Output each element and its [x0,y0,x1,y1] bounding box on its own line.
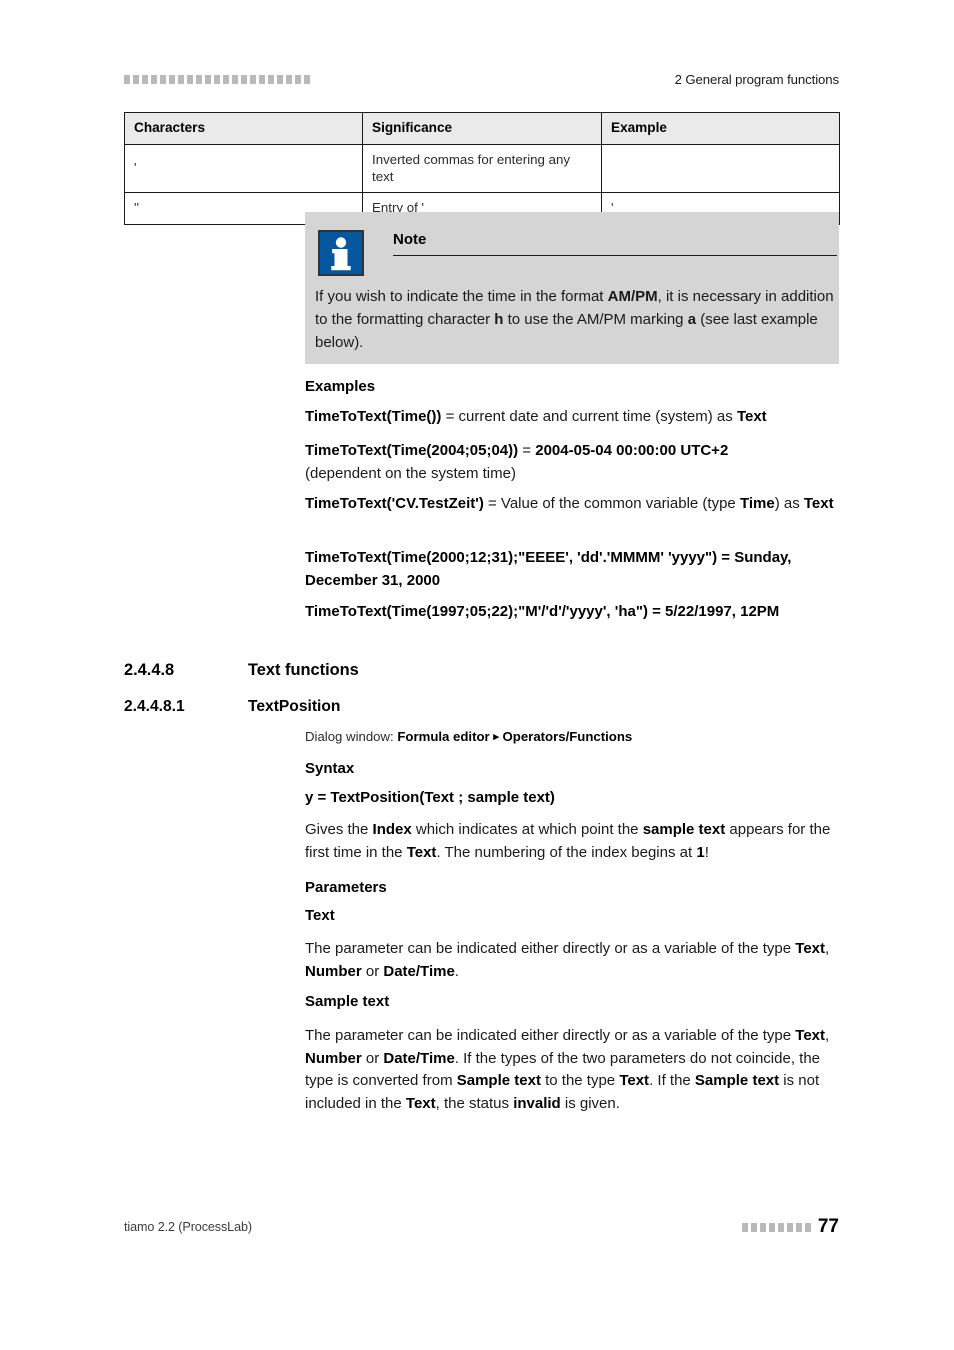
cell-example [601,143,840,194]
column-header-example: Example [601,112,840,145]
section-number: 2.4.4.8 [124,661,175,679]
note-title: Note [393,231,427,248]
example-item-3: TimeToText('CV.TestZeit') = Value of the… [305,495,834,512]
note-body-text: If you wish to indicate the time in the … [315,288,834,351]
document-page: 2 General program functions Characters S… [0,0,954,1350]
parameter-description-text: The parameter can be indicated either di… [305,940,830,980]
column-header-characters: Characters [124,112,363,145]
column-header-significance: Significance [362,112,602,145]
cell-characters: ' [124,143,363,194]
syntax-heading: Syntax [305,760,355,777]
table-row: ' Inverted commas for entering any text [124,143,840,194]
section-heading-text-functions: 2.4.4.8 Text functions [124,661,839,680]
example-item-5: TimeToText(Time(1997;05;22);"M'/'d'/'yyy… [305,603,780,620]
footer-decor-squares [741,1222,811,1232]
section-title: Text functions [248,661,359,679]
section-heading-textposition: 2.4.4.8.1 TextPosition [124,698,839,716]
parameter-name-text: Text [305,907,335,924]
section-title: TextPosition [248,698,341,715]
note-header: Note [393,231,837,256]
example-item-1: TimeToText(Time()) = current date and cu… [305,408,767,425]
parameter-description-sample-text: The parameter can be indicated either di… [305,1027,830,1112]
table-header-row: Characters Significance Example [124,112,840,145]
syntax-signature: y = TextPosition(Text ; sample text) [305,789,555,806]
parameter-name-sample-text: Sample text [305,993,390,1010]
section-number: 2.4.4.8.1 [124,698,185,715]
info-icon [318,230,364,276]
note-box: Note If you wish to indicate the time in… [305,212,839,364]
header-decor-squares [124,74,310,84]
parameters-heading: Parameters [305,879,387,896]
characters-table: Characters Significance Example ' Invert… [124,112,840,225]
dialog-window-breadcrumb: Dialog window: Formula editor ▸ Operator… [305,729,633,744]
footer-page-group: 77 [741,1216,839,1238]
page-footer: tiamo 2.2 (ProcessLab) 77 [124,1214,839,1240]
cell-significance: Inverted commas for entering any text [362,143,602,194]
running-header: 2 General program functions [124,68,839,90]
examples-heading: Examples [305,378,376,395]
syntax-description: Gives the Index which indicates at which… [305,821,831,861]
header-chapter-title: 2 General program functions [674,71,840,87]
example-item-4: TimeToText(Time(2000;12;31);"EEEE', 'dd'… [305,549,792,589]
page-number: 77 [817,1216,839,1237]
example-item-2: TimeToText(Time(2004;05;04)) = 2004-05-0… [305,442,729,482]
footer-product-name: tiamo 2.2 (ProcessLab) [124,1220,252,1234]
